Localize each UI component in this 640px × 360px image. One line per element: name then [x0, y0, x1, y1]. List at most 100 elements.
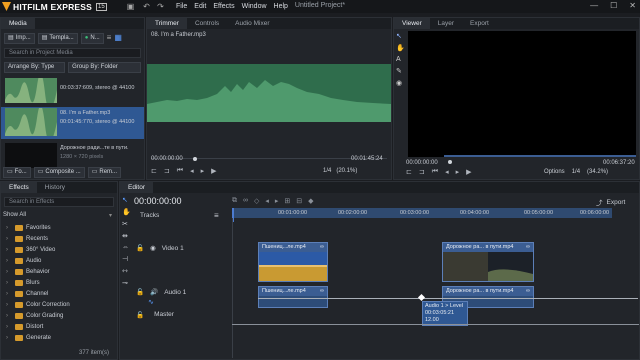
trimmer-zoom[interactable]: (20.1%)	[336, 168, 357, 174]
minimize-icon[interactable]: —	[590, 1, 598, 10]
hand-tool-icon[interactable]: ✋	[122, 208, 131, 216]
step-back-icon[interactable]: ⏮	[432, 168, 438, 176]
razor-tool-icon[interactable]: ✂	[122, 220, 131, 228]
arrange-by-select[interactable]: Arrange By: Type	[4, 62, 66, 73]
marker-in-icon[interactable]: ⊏	[151, 167, 157, 175]
video-clip[interactable]: Пшениц...ле.mp4 ∞	[258, 242, 328, 282]
lock-icon[interactable]: 🔓	[136, 244, 144, 252]
effects-category[interactable]: › Audio	[1, 255, 117, 266]
import-button[interactable]: ▤ Imp...	[4, 33, 35, 44]
audio-level-line[interactable]	[258, 298, 638, 299]
slide-tool-icon[interactable]: ⇔	[122, 244, 131, 251]
remove-button[interactable]: ▭ Rem...	[87, 167, 122, 178]
tab-history[interactable]: History	[37, 182, 73, 193]
prev-frame-icon[interactable]: ◂	[445, 168, 449, 176]
viewer-canvas[interactable]	[408, 31, 636, 157]
tab-editor[interactable]: Editor	[120, 182, 153, 193]
redo-icon[interactable]: ↷	[156, 2, 165, 11]
menu-file[interactable]: File	[176, 3, 187, 10]
keyframe-handle[interactable]	[417, 293, 426, 302]
tab-effects[interactable]: Effects	[1, 182, 37, 193]
effects-category[interactable]: › Favorites	[1, 222, 117, 233]
snap-icon[interactable]: ⧉	[232, 197, 237, 205]
select-tool-icon[interactable]: ↖	[122, 196, 131, 204]
effects-category[interactable]: › 360° Video	[1, 244, 117, 255]
viewer-fraction[interactable]: 1/4	[572, 169, 580, 175]
tab-viewer[interactable]: Viewer	[394, 18, 430, 29]
tab-trimmer[interactable]: Trimmer	[147, 18, 187, 29]
effects-category[interactable]: › Color Correction	[1, 299, 117, 310]
tab-layer[interactable]: Layer	[430, 18, 462, 29]
media-search-input[interactable]: Search in Project Media	[4, 48, 141, 58]
effects-category[interactable]: › Blurs	[1, 277, 117, 288]
list-view-icon[interactable]: ≡	[107, 33, 112, 44]
insert-icon[interactable]: ⊞	[284, 197, 290, 205]
visibility-icon[interactable]: ◉	[150, 244, 156, 252]
maximize-icon[interactable]: ☐	[610, 1, 617, 10]
marker-out-icon[interactable]: ⊐	[164, 167, 170, 175]
menu-effects[interactable]: Effects	[213, 3, 234, 10]
media-item[interactable]: Дорожное ради...те в пути. 1280 × 720 pi…	[1, 142, 144, 169]
next-frame-icon[interactable]: ▸	[201, 167, 205, 175]
effects-filter[interactable]: Show All ▾	[1, 209, 117, 222]
select-tool-icon[interactable]: ↖	[396, 32, 405, 40]
media-item[interactable]: 00:03:37:609, stereo @ 44100	[1, 77, 144, 104]
next-frame-icon[interactable]: ▸	[456, 168, 460, 176]
ellipse-tool-icon[interactable]: ◉	[396, 79, 405, 87]
next-marker-icon[interactable]: ▸	[275, 197, 279, 205]
roll-tool-icon[interactable]: ⇿	[122, 267, 131, 275]
marker-icon[interactable]: ◇	[254, 197, 259, 205]
composite-button[interactable]: ▭ Composite ...	[33, 167, 85, 178]
group-by-select[interactable]: Group By: Folder	[68, 62, 141, 73]
tracks-menu-icon[interactable]: ≡	[214, 211, 219, 220]
ripple-tool-icon[interactable]: ⊣	[122, 255, 131, 263]
tab-media[interactable]: Media	[1, 18, 35, 29]
effects-search-input[interactable]: Search in Effects	[4, 197, 114, 207]
viewer-zoom[interactable]: (34.2%)	[587, 169, 608, 175]
save-icon[interactable]: ▣	[126, 2, 135, 11]
media-item[interactable]: 08. I'm a Father.mp3 00:01:45:770, stere…	[1, 107, 144, 139]
templates-button[interactable]: ▤ Templa...	[37, 33, 78, 44]
speaker-icon[interactable]: 🔊	[150, 288, 158, 296]
tab-audio-mixer[interactable]: Audio Mixer	[227, 18, 277, 29]
lock-icon[interactable]: 🔓	[136, 311, 144, 319]
prev-marker-icon[interactable]: ◂	[265, 197, 269, 205]
hand-tool-icon[interactable]: ✋	[396, 44, 405, 52]
keyframe-icon[interactable]: ◆	[308, 197, 313, 205]
prev-frame-icon[interactable]: ◂	[190, 167, 194, 175]
effects-category[interactable]: › Channel	[1, 288, 117, 299]
effects-category[interactable]: › Generate	[1, 332, 117, 343]
export-button[interactable]: ⤴ Export	[596, 197, 625, 208]
effects-category[interactable]: › Behavior	[1, 266, 117, 277]
viewer-playhead[interactable]	[448, 160, 452, 164]
play-icon[interactable]: ▶	[466, 168, 471, 176]
folder-button[interactable]: ▭ Fo...	[3, 167, 31, 178]
effects-category[interactable]: › Recents	[1, 233, 117, 244]
play-icon[interactable]: ▶	[211, 167, 216, 175]
link-icon[interactable]: ∞	[243, 197, 248, 205]
effects-category[interactable]: › Distort	[1, 321, 117, 332]
rate-tool-icon[interactable]: ⊸	[122, 279, 131, 287]
menu-help[interactable]: Help	[274, 3, 288, 10]
curve-icon[interactable]: ∿	[148, 298, 154, 306]
menu-window[interactable]: Window	[242, 3, 267, 10]
undo-icon[interactable]: ↶	[142, 2, 151, 11]
lock-icon[interactable]: 🔓	[136, 288, 144, 296]
video-clip[interactable]: Дорожное ра... в пути.mp4 ∞	[442, 242, 534, 282]
text-tool-icon[interactable]: A	[396, 56, 405, 63]
new-button[interactable]: ● N...	[80, 33, 104, 44]
trimmer-playhead[interactable]	[193, 157, 197, 161]
tab-controls[interactable]: Controls	[187, 18, 227, 29]
options-button[interactable]: Options	[544, 169, 565, 175]
grid-view-icon[interactable]: ▦	[114, 33, 122, 44]
audio-clip[interactable]: Пшениц...ле.mp4 ∞	[258, 286, 328, 308]
effects-category[interactable]: › Color Grading	[1, 310, 117, 321]
step-back-icon[interactable]: ⏮	[177, 167, 183, 175]
trimmer-fraction[interactable]: 1/4	[323, 168, 331, 174]
slip-tool-icon[interactable]: ⇹	[122, 232, 131, 240]
overwrite-icon[interactable]: ⊟	[296, 197, 302, 205]
pen-tool-icon[interactable]: ✎	[396, 67, 405, 75]
close-icon[interactable]: ✕	[629, 1, 636, 10]
marker-in-icon[interactable]: ⊏	[406, 168, 412, 176]
menu-edit[interactable]: Edit	[194, 3, 206, 10]
